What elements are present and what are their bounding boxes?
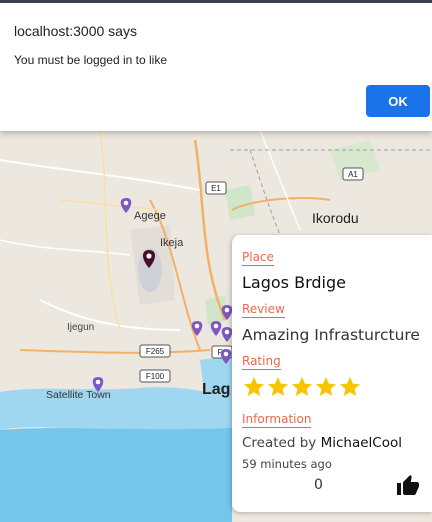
- star-icon: [338, 375, 362, 399]
- map-label-satellite-town: Satellite Town: [46, 389, 111, 401]
- information-label: Information: [242, 412, 312, 428]
- created-username: MichaelCool: [320, 435, 402, 451]
- time-ago: 59 minutes ago: [242, 457, 332, 471]
- ok-button[interactable]: OK: [366, 85, 430, 117]
- map-label-ikorodu: Ikorodu: [312, 210, 359, 226]
- rating-label: Rating: [242, 354, 281, 370]
- review-label: Review: [242, 302, 285, 318]
- place-name: Lagos Brdige: [242, 273, 346, 292]
- svg-text:E1: E1: [211, 184, 221, 193]
- star-rating: [242, 375, 362, 399]
- dialog-title: localhost:3000 says: [14, 23, 137, 39]
- like-count: 0: [314, 477, 323, 493]
- star-icon: [314, 375, 338, 399]
- star-icon: [266, 375, 290, 399]
- svg-text:A1: A1: [348, 170, 358, 179]
- review-text: Amazing Infrasturcture: [242, 326, 420, 344]
- road-shield-e1: E1: [205, 181, 227, 195]
- created-prefix: Created by: [242, 435, 321, 451]
- road-shield-f265: F265: [139, 344, 171, 358]
- star-icon: [242, 375, 266, 399]
- map-label-agege: Agege: [134, 210, 166, 222]
- created-by: Created by MichaelCool: [242, 435, 402, 451]
- dialog-message: You must be logged in to like: [14, 53, 167, 67]
- map-label-ikeja: Ikeja: [160, 237, 184, 249]
- road-shield-a1: A1: [342, 167, 364, 181]
- star-icon: [290, 375, 314, 399]
- map-label-lagos: Lag: [202, 381, 230, 398]
- place-popup: Place Lagos Brdige Review Amazing Infras…: [232, 235, 432, 512]
- place-label: Place: [242, 250, 274, 266]
- alert-dialog: localhost:3000 says You must be logged i…: [0, 3, 432, 131]
- road-shield-f100: F100: [139, 369, 171, 383]
- svg-text:F100: F100: [146, 372, 165, 381]
- map-label-ijegun: Ijegun: [67, 322, 94, 333]
- svg-text:F265: F265: [146, 347, 165, 356]
- thumbs-up-icon[interactable]: [395, 474, 421, 498]
